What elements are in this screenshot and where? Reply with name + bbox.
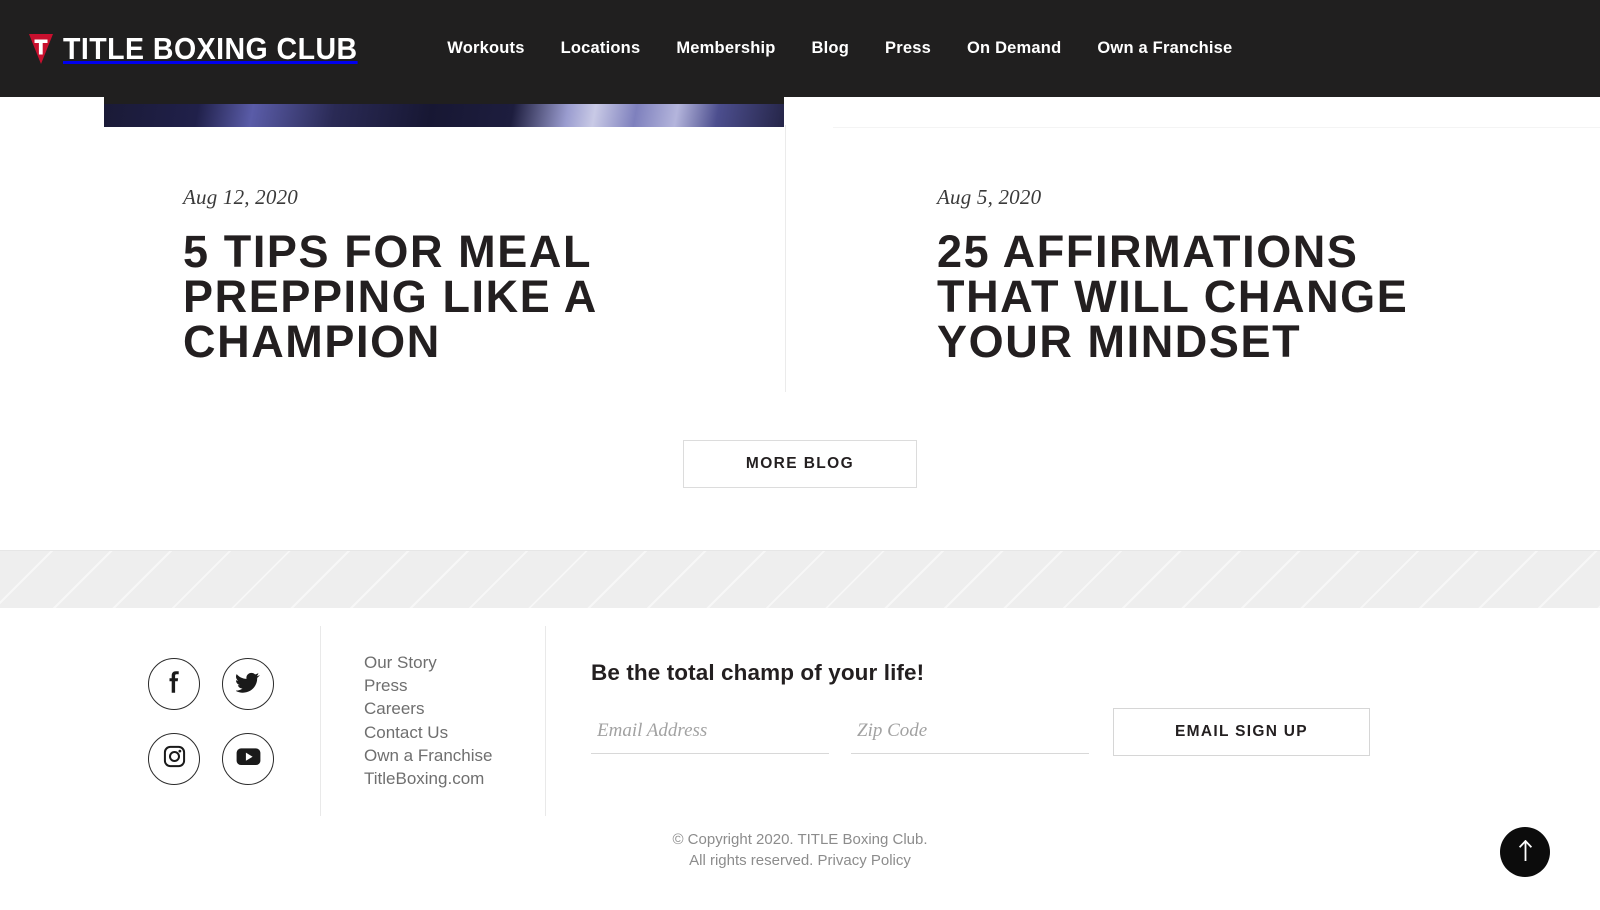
copyright-line-1: © Copyright 2020. TITLE Boxing Club. xyxy=(672,831,928,848)
email-signup-form: Be the total champ of your life! EMAIL S… xyxy=(591,660,1391,756)
footer-link-contact-us[interactable]: Contact Us xyxy=(364,721,493,744)
copyright-block: © Copyright 2020. TITLE Boxing Club. All… xyxy=(0,830,1600,871)
signup-fields-row: EMAIL SIGN UP xyxy=(591,708,1391,756)
twitter-icon xyxy=(235,671,260,698)
email-input[interactable] xyxy=(591,714,829,754)
decorative-striped-band xyxy=(0,550,1600,608)
arrow-up-icon xyxy=(1518,839,1533,865)
instagram-icon xyxy=(163,745,186,773)
brand-wordmark: TITLE BOXING CLUB xyxy=(63,30,358,66)
footer-link-titleboxing-com[interactable]: TitleBoxing.com xyxy=(364,767,493,790)
facebook-icon xyxy=(163,670,185,698)
blog-post-card: Aug 5, 2020 25 AFFIRMATIONS THAT WILL CH… xyxy=(833,97,1513,397)
footer-link-own-a-franchise[interactable]: Own a Franchise xyxy=(364,744,493,767)
blog-post-grid: Aug 12, 2020 5 TIPS FOR MEAL PREPPING LI… xyxy=(104,97,1600,397)
footer-link-press[interactable]: Press xyxy=(364,674,493,697)
more-blog-button[interactable]: MORE BLOG xyxy=(683,440,917,488)
footer-link-our-story[interactable]: Our Story xyxy=(364,651,493,674)
more-blog-row: MORE BLOG xyxy=(0,440,1600,488)
blog-section: Aug 12, 2020 5 TIPS FOR MEAL PREPPING LI… xyxy=(0,97,1600,550)
thumbnail-top-shade xyxy=(104,97,784,104)
youtube-icon xyxy=(236,747,261,771)
footer-link-list: Our Story Press Careers Contact Us Own a… xyxy=(364,651,493,790)
blog-post-title[interactable]: 25 AFFIRMATIONS THAT WILL CHANGE YOUR MI… xyxy=(937,229,1457,364)
social-link-facebook[interactable] xyxy=(148,658,200,710)
privacy-policy-link[interactable]: Privacy Policy xyxy=(818,852,911,869)
nav-item-workouts[interactable]: Workouts xyxy=(429,33,542,64)
blog-column-divider xyxy=(785,125,786,392)
back-to-top-button[interactable] xyxy=(1500,827,1550,877)
social-link-twitter[interactable] xyxy=(222,658,274,710)
social-link-instagram[interactable] xyxy=(148,733,200,785)
footer-divider xyxy=(545,626,546,816)
nav-item-blog[interactable]: Blog xyxy=(794,33,867,64)
nav-item-on-demand[interactable]: On Demand xyxy=(949,33,1079,64)
social-link-youtube[interactable] xyxy=(222,733,274,785)
social-links xyxy=(148,658,278,785)
site-footer: Our Story Press Careers Contact Us Own a… xyxy=(0,608,1600,910)
blog-post-thumbnail[interactable] xyxy=(104,97,784,127)
signup-heading: Be the total champ of your life! xyxy=(591,660,925,685)
footer-divider xyxy=(320,626,321,816)
main-navigation: Workouts Locations Membership Blog Press… xyxy=(429,33,1250,64)
footer-main-row: Our Story Press Careers Contact Us Own a… xyxy=(0,618,1600,818)
nav-item-locations[interactable]: Locations xyxy=(543,33,659,64)
brand-logo-link[interactable]: TITLE BOXING CLUB xyxy=(28,27,383,71)
blog-post-title[interactable]: 5 TIPS FOR MEAL PREPPING LIKE A CHAMPION xyxy=(183,229,653,364)
copyright-line-2: All rights reserved. Privacy Policy xyxy=(0,851,1600,872)
nav-item-membership[interactable]: Membership xyxy=(658,33,793,64)
title-shield-icon xyxy=(28,33,54,65)
footer-link-careers[interactable]: Careers xyxy=(364,697,493,720)
nav-item-press[interactable]: Press xyxy=(867,33,949,64)
rights-reserved-text: All rights reserved. xyxy=(689,851,814,869)
email-signup-button[interactable]: EMAIL SIGN UP xyxy=(1113,708,1370,756)
zip-code-input[interactable] xyxy=(851,714,1089,754)
blog-post-card: Aug 12, 2020 5 TIPS FOR MEAL PREPPING LI… xyxy=(104,97,784,397)
site-header: TITLE BOXING CLUB Workouts Locations Mem… xyxy=(0,0,1600,97)
blog-post-date: Aug 12, 2020 xyxy=(183,185,298,209)
blog-post-date: Aug 5, 2020 xyxy=(937,185,1042,209)
nav-item-own-a-franchise[interactable]: Own a Franchise xyxy=(1079,33,1250,64)
